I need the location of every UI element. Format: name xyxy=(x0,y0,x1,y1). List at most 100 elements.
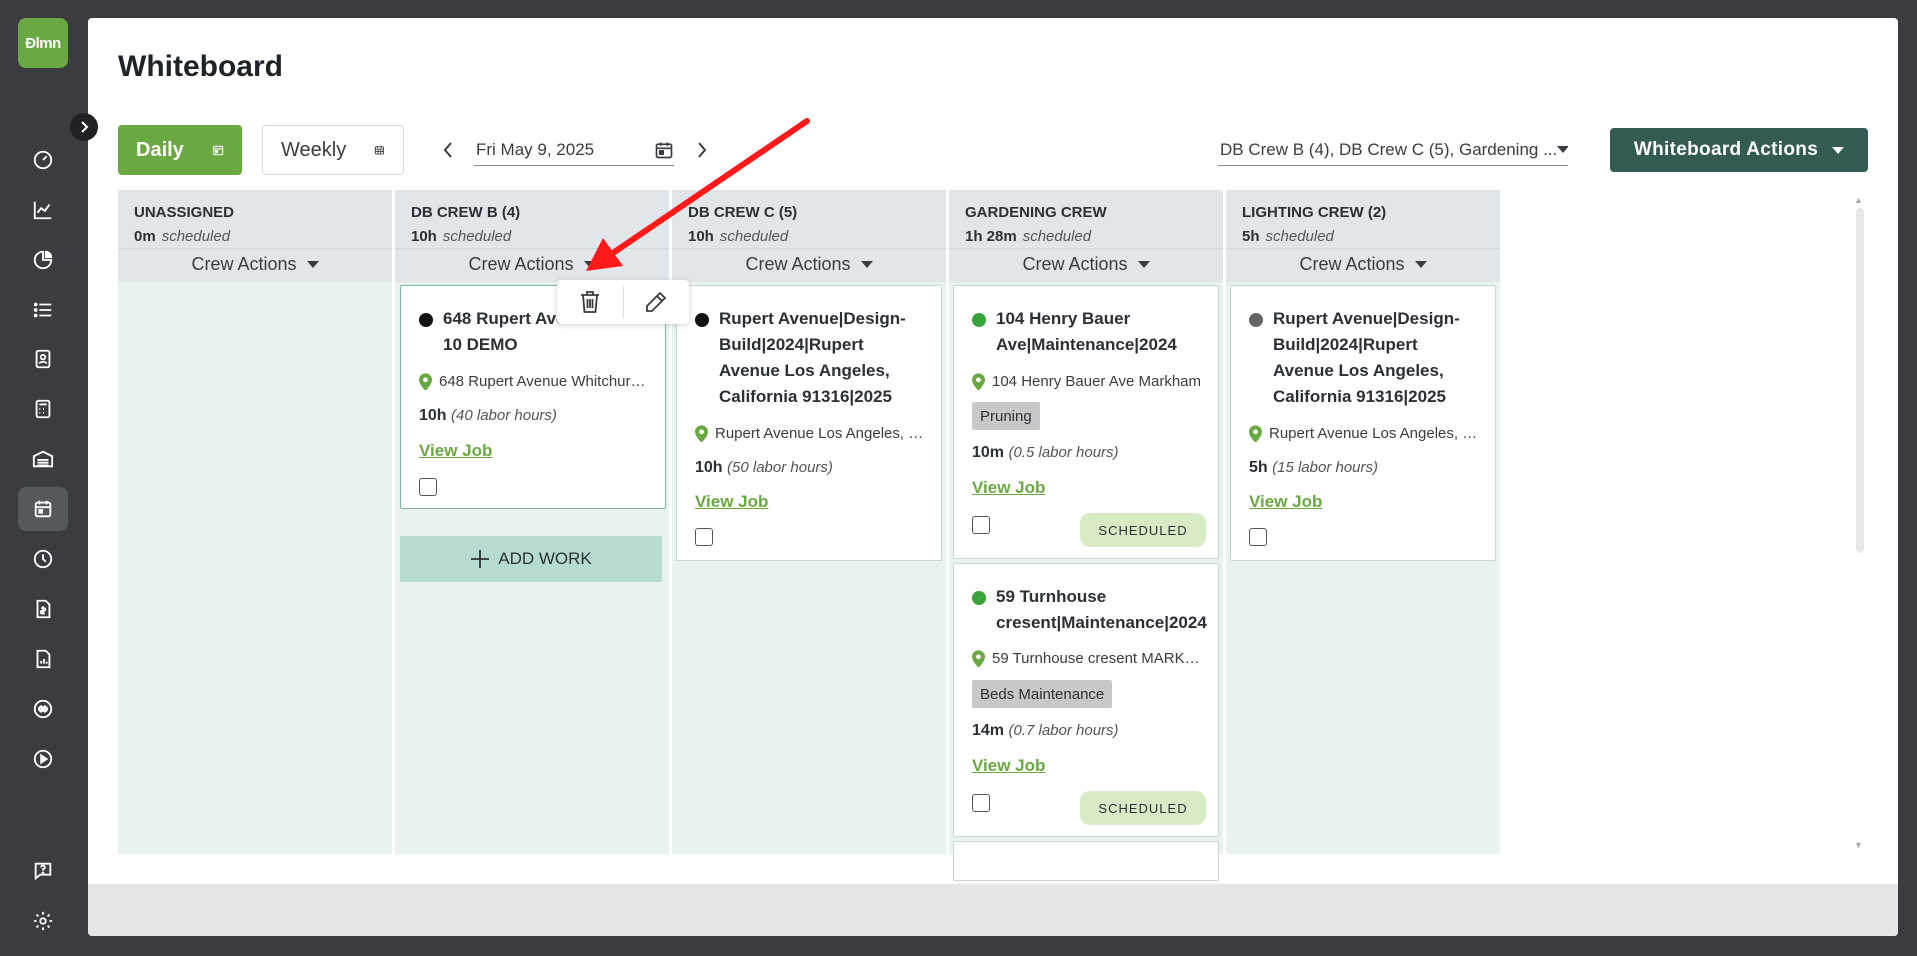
column-header: LIGHTING CREW (2) 5h scheduled Crew Actio… xyxy=(1226,190,1500,282)
list-icon xyxy=(33,302,52,318)
nav-time[interactable] xyxy=(18,537,68,581)
footer-bar xyxy=(88,884,1898,936)
service-tag: Pruning xyxy=(972,402,1040,430)
calendar-icon[interactable] xyxy=(654,140,674,160)
nav-dashboard[interactable] xyxy=(18,138,68,182)
job-address: 648 Rupert Avenue Whitchurch-Stouffville xyxy=(419,373,651,390)
nav-tutorials[interactable] xyxy=(18,737,68,781)
job-select-checkbox[interactable] xyxy=(972,516,990,534)
location-pin-icon xyxy=(1249,425,1262,442)
line-chart-icon xyxy=(33,201,52,220)
pie-chart-icon xyxy=(33,250,53,270)
contact-card-icon xyxy=(35,349,51,369)
job-title: 59 Turnhouse cresent|Maintenance|2024 xyxy=(972,584,1207,636)
nav-analytics[interactable] xyxy=(18,188,68,232)
job-card[interactable] xyxy=(953,841,1219,881)
add-work-button[interactable]: ADD WORK xyxy=(400,536,662,582)
job-hours: 10m (0.5 labor hours) xyxy=(972,444,1119,461)
view-job-link[interactable]: View Job xyxy=(695,492,768,512)
job-select-checkbox[interactable] xyxy=(1249,528,1267,546)
service-tag: Beds Maintenance xyxy=(972,680,1113,708)
job-card[interactable]: 59 Turnhouse cresent|Maintenance|2024 59… xyxy=(953,563,1219,837)
view-job-link[interactable]: View Job xyxy=(1249,492,1322,512)
nav-contacts[interactable] xyxy=(18,337,68,381)
nav-list[interactable] xyxy=(18,288,68,332)
sidebar-collapse-button[interactable] xyxy=(70,113,98,141)
crew-actions-dropdown[interactable]: Crew Actions xyxy=(672,248,946,280)
job-address: 104 Henry Bauer Ave Markham xyxy=(972,373,1204,390)
crew-actions-dropdown[interactable]: Crew Actions xyxy=(1226,248,1500,280)
weekly-label: Weekly xyxy=(281,138,347,161)
scroll-up-arrow[interactable]: ▲ xyxy=(1854,195,1863,205)
play-icon xyxy=(33,749,53,769)
nav-estimates[interactable] xyxy=(18,387,68,431)
previous-day-button[interactable] xyxy=(434,136,462,164)
column-name: DB CREW C (5) xyxy=(688,204,798,221)
calendar-icon xyxy=(34,500,52,518)
column-scheduled: 10h scheduled xyxy=(688,228,789,245)
job-card[interactable]: Rupert Avenue|Design-Build|2024|Rupert A… xyxy=(1230,285,1496,561)
board-scrollbar[interactable] xyxy=(1856,208,1864,553)
nav-documents[interactable] xyxy=(18,637,68,681)
calculator-icon xyxy=(35,399,51,419)
column-header: UNASSIGNED 0m scheduled Crew Actions xyxy=(118,190,392,282)
page-title: Whiteboard xyxy=(118,50,283,83)
column-name: GARDENING CREW xyxy=(965,204,1107,221)
crew-actions-dropdown[interactable]: Crew Actions xyxy=(118,248,392,280)
crew-actions-dropdown[interactable]: Crew Actions xyxy=(395,248,669,280)
whiteboard-actions-button[interactable]: Whiteboard Actions xyxy=(1610,128,1868,172)
view-job-link[interactable]: View Job xyxy=(419,441,492,461)
job-address: Rupert Avenue Los Angeles, California xyxy=(1249,425,1481,442)
caret-down-icon xyxy=(306,261,319,268)
next-day-button[interactable] xyxy=(688,136,716,164)
warehouse-icon xyxy=(32,450,54,468)
date-picker-field[interactable]: Fri May 9, 2025 xyxy=(474,134,674,166)
crew-filter-select[interactable]: DB Crew B (4), DB Crew C (5), Gardening … xyxy=(1218,134,1568,166)
daily-view-button[interactable]: Daily xyxy=(118,125,242,175)
whiteboard-board: UNASSIGNED 0m scheduled Crew Actions DB C… xyxy=(118,190,1500,881)
plus-icon xyxy=(471,550,490,568)
clock-icon xyxy=(33,549,53,569)
job-title: Rupert Avenue|Design-Build|2024|Rupert A… xyxy=(695,306,927,410)
chevron-left-icon xyxy=(443,142,452,158)
nav-help[interactable] xyxy=(18,849,68,893)
crew-column-db-crew-c: DB CREW C (5) 10h scheduled Crew Actions … xyxy=(672,190,946,854)
nav-settings[interactable] xyxy=(18,899,68,943)
app-logo[interactable]: Ðlmn xyxy=(18,18,68,68)
job-title: 104 Henry Bauer Ave|Maintenance|2024 xyxy=(972,306,1204,358)
column-name: LIGHTING CREW (2) xyxy=(1242,204,1387,221)
weekly-view-button[interactable]: Weekly xyxy=(262,125,404,175)
caret-down-icon xyxy=(1137,261,1150,268)
job-hours: 10h (40 labor hours) xyxy=(419,407,557,424)
nav-schedule[interactable] xyxy=(18,487,68,531)
scroll-down-arrow[interactable]: ▼ xyxy=(1854,840,1863,850)
status-dot xyxy=(972,591,986,605)
caret-down-icon xyxy=(1414,261,1427,268)
view-job-link[interactable]: View Job xyxy=(972,478,1045,498)
status-dot xyxy=(695,313,709,327)
job-card[interactable]: Rupert Avenue|Design-Build|2024|Rupert A… xyxy=(676,285,942,561)
crew-actions-dropdown[interactable]: Crew Actions xyxy=(949,248,1223,280)
column-header: DB CREW C (5) 10h scheduled Crew Actions xyxy=(672,190,946,282)
job-select-checkbox[interactable] xyxy=(695,528,713,546)
delete-button[interactable] xyxy=(557,280,623,324)
nav-quickbooks[interactable] xyxy=(18,687,68,731)
column-scheduled: 10h scheduled xyxy=(411,228,512,245)
nav-inventory[interactable] xyxy=(18,437,68,481)
daily-label: Daily xyxy=(136,138,184,161)
job-select-checkbox[interactable] xyxy=(419,478,437,496)
quickbooks-icon xyxy=(33,699,53,719)
nav-reports[interactable] xyxy=(18,238,68,282)
edit-button[interactable] xyxy=(624,280,690,324)
main-panel: Whiteboard Daily Weekly Fri May 9, 2025 … xyxy=(88,18,1898,936)
column-name: DB CREW B (4) xyxy=(411,204,521,221)
view-job-link[interactable]: View Job xyxy=(972,756,1045,776)
job-card[interactable]: 104 Henry Bauer Ave|Maintenance|2024 104… xyxy=(953,285,1219,559)
report-icon xyxy=(36,649,51,669)
crew-column-unassigned: UNASSIGNED 0m scheduled Crew Actions xyxy=(118,190,392,854)
nav-invoices[interactable] xyxy=(18,587,68,631)
job-hours: 14m (0.7 labor hours) xyxy=(972,722,1119,739)
chevron-right-icon xyxy=(81,121,89,133)
job-select-checkbox[interactable] xyxy=(972,794,990,812)
trash-icon xyxy=(580,291,599,313)
